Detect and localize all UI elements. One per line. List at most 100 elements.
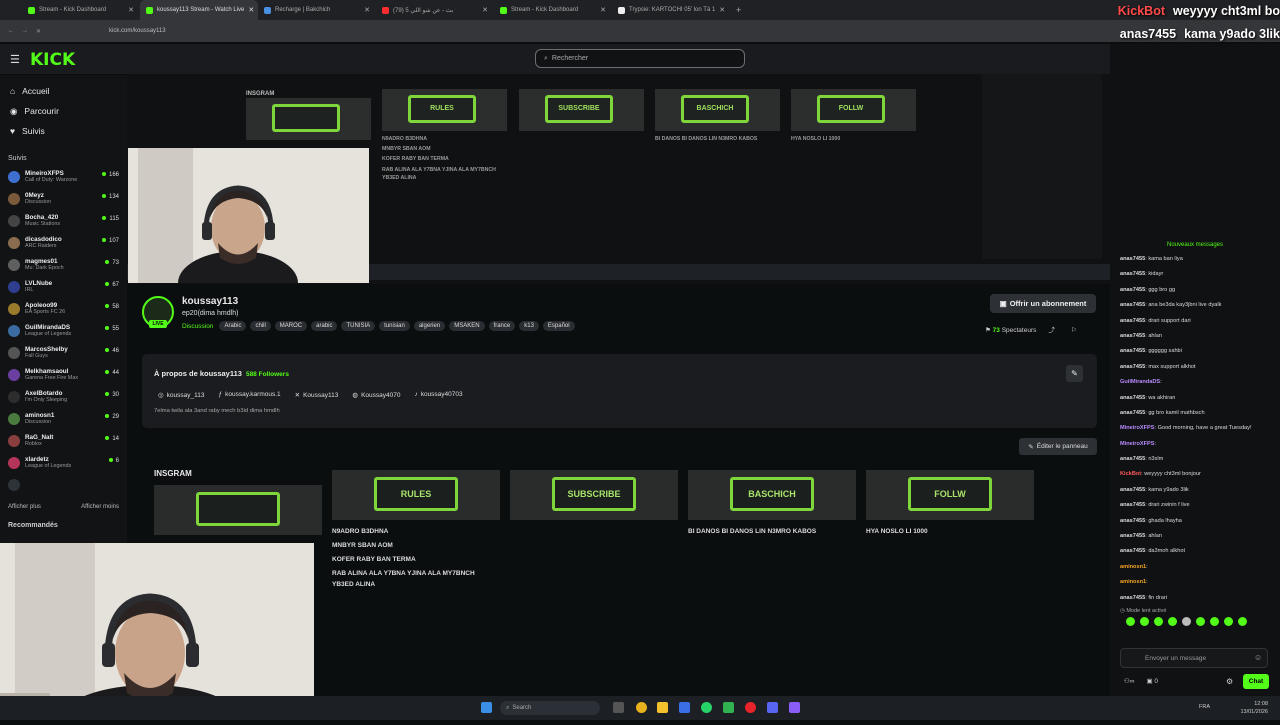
chat-username[interactable]: anas7455: [1120, 533, 1145, 539]
tag-chip[interactable]: k13: [519, 321, 539, 331]
emote-icon[interactable]: [1140, 616, 1149, 626]
whatsapp-icon[interactable]: [701, 702, 712, 713]
back-icon[interactable]: ←: [8, 28, 14, 34]
new-tab-icon[interactable]: +: [736, 5, 741, 15]
browser-tab[interactable]: Recharge | Bakchich ✕: [258, 0, 376, 20]
app-icon[interactable]: [723, 702, 734, 713]
chat-username[interactable]: anas7455: [1120, 333, 1145, 339]
hamburger-menu-icon[interactable]: ☰: [10, 53, 20, 66]
chat-send-button[interactable]: Chat: [1243, 674, 1269, 689]
browser-tab[interactable]: Trypsie: KARTOCHI 05' lon Tä 1 ✕: [612, 0, 730, 20]
sidebar-item-dicasdodico[interactable]: dicasdodico ARC Raiders 107: [0, 232, 127, 254]
emote-icon[interactable]: [1210, 616, 1219, 626]
close-icon[interactable]: ✕: [248, 6, 254, 14]
close-icon[interactable]: ✕: [482, 6, 488, 14]
close-icon[interactable]: ✕: [364, 6, 370, 14]
emote-icon[interactable]: [1154, 616, 1163, 626]
chat-username[interactable]: GuilMirandaDS: [1120, 379, 1160, 385]
reload-icon[interactable]: ✕: [36, 28, 41, 35]
task-view-icon[interactable]: [613, 702, 624, 713]
edit-panel-button[interactable]: ✎ Éditer le panneau: [1019, 438, 1097, 455]
close-icon[interactable]: ✕: [128, 6, 134, 14]
social-link[interactable]: ƒ koussay.karmous.1: [219, 391, 281, 399]
sidebar-item-apoleoo99[interactable]: Apoleoo99 EA Sports FC 26 58: [0, 298, 127, 320]
tag-chip[interactable]: tunisian: [379, 321, 410, 331]
sidebar-item-aminosn1[interactable]: aminosn1 Discussion 29: [0, 408, 127, 430]
social-link[interactable]: ♪ koussay40703: [414, 391, 462, 399]
chat-username[interactable]: KickBot: [1120, 471, 1141, 477]
sidebar-item-marcosshelby[interactable]: MarcosShelby Fall Guys 46: [0, 342, 127, 364]
show-less-button[interactable]: Afficher moins: [81, 504, 119, 510]
app-icon[interactable]: [789, 702, 800, 713]
channel-name[interactable]: koussay113: [182, 296, 238, 307]
tag-chip[interactable]: Arabic: [219, 321, 247, 331]
nav-following[interactable]: ♥ Suivis: [0, 121, 127, 141]
nav-browse[interactable]: ◉ Parcourir: [0, 101, 127, 121]
chat-username[interactable]: aminosn1: [1120, 579, 1146, 585]
chat-users-icon[interactable]: ⚇∞: [1124, 677, 1134, 685]
social-link[interactable]: ◍ Koussay4070: [352, 391, 400, 399]
nav-home[interactable]: ⌂ Accueil: [0, 81, 127, 101]
url-field[interactable]: kick.com/koussay113: [109, 28, 166, 34]
report-icon[interactable]: ⚐: [1071, 327, 1077, 334]
chat-username[interactable]: anas7455: [1120, 271, 1145, 277]
chat-username[interactable]: anas7455: [1120, 487, 1145, 493]
emote-icon[interactable]: [1196, 616, 1205, 626]
sidebar-item-0meyz[interactable]: 0Meyz Discussion 134: [0, 188, 127, 210]
chrome-icon[interactable]: [636, 702, 647, 713]
edit-pencil-icon[interactable]: ✎: [1066, 365, 1083, 382]
chat-username[interactable]: anas7455: [1120, 364, 1145, 370]
chat-username[interactable]: anas7455: [1120, 287, 1145, 293]
sidebar-item-mineiroxfps[interactable]: MineiroXFPS Call of Duty: Warzone 166: [0, 166, 127, 188]
file-explorer-icon[interactable]: [657, 702, 668, 713]
tag-chip[interactable]: Español: [542, 321, 575, 331]
panel-instagram[interactable]: [154, 485, 322, 535]
show-more-button[interactable]: Afficher plus: [8, 504, 41, 510]
browser-tab[interactable]: Stream - Kick Dashboard ✕: [22, 0, 140, 20]
system-clock[interactable]: 12:08 13/01/2026: [1240, 700, 1268, 716]
share-icon[interactable]: ⤴: [1048, 327, 1055, 334]
new-messages-divider[interactable]: Nouveaux messages: [1110, 238, 1280, 252]
emote-icon[interactable]: [1126, 616, 1135, 626]
emote-icon[interactable]: [1224, 616, 1233, 626]
sidebar-item-rag_nalt[interactable]: RaG_Nalt Roblox 14: [0, 430, 127, 452]
browser-tab[interactable]: Stream - Kick Dashboard ✕: [494, 0, 612, 20]
chat-username[interactable]: MineiroXFPS: [1120, 441, 1155, 447]
chat-username[interactable]: anas7455: [1120, 256, 1145, 262]
sidebar-item-offline[interactable]: [0, 474, 127, 496]
gift-subscription-button[interactable]: ▣ Offrir un abonnement: [990, 294, 1096, 313]
tag-chip[interactable]: arabic: [311, 321, 338, 331]
sidebar-item-lvlnube[interactable]: LVLNube IRL 67: [0, 276, 127, 298]
taskbar-search[interactable]: ⌕ Search: [500, 701, 600, 715]
chat-username[interactable]: aminosn1: [1120, 564, 1146, 570]
panel-rules[interactable]: RULES: [332, 470, 500, 520]
sidebar-item-magmes01[interactable]: magmes01 Mu: Dark Epoch 73: [0, 254, 127, 276]
chat-message-input[interactable]: Envoyer un message: [1120, 648, 1268, 668]
sidebar-item-axelbotardo[interactable]: AxelBotardo I'm Only Sleeping 30: [0, 386, 127, 408]
chat-username[interactable]: anas7455: [1120, 302, 1145, 308]
panel-baschich[interactable]: BASCHICH: [688, 470, 856, 520]
search-input[interactable]: ⌕ Rechercher: [535, 49, 745, 68]
chat-settings-icon[interactable]: ⚙: [1226, 677, 1233, 686]
social-link[interactable]: ✕ Koussay113: [295, 391, 339, 399]
discord-icon[interactable]: [767, 702, 778, 713]
language-indicator[interactable]: FRA: [1199, 704, 1210, 710]
emote-icon[interactable]: [1182, 616, 1191, 626]
chat-username[interactable]: anas7455: [1120, 595, 1145, 601]
close-icon[interactable]: ✕: [719, 6, 725, 14]
tag-chip[interactable]: MSAKEN: [449, 321, 485, 331]
chat-username[interactable]: anas7455: [1120, 548, 1145, 554]
emote-icon[interactable]: [1168, 616, 1177, 626]
sidebar-item-melkhamsaoul[interactable]: Melkhamsaoul Garena Free Fire Max 44: [0, 364, 127, 386]
chat-username[interactable]: anas7455: [1120, 348, 1145, 354]
tag-chip[interactable]: algerien: [413, 321, 446, 331]
forward-icon[interactable]: →: [22, 28, 28, 34]
sidebar-item-guilmirandads[interactable]: GuilMirandaDS League of Legends 55: [0, 320, 127, 342]
chat-username[interactable]: anas7455: [1120, 456, 1145, 462]
tag-chip[interactable]: france: [488, 321, 516, 331]
windows-start-icon[interactable]: [481, 702, 492, 713]
sidebar-item-xlardetz[interactable]: xlardetz League of Legends 6: [0, 452, 127, 474]
emote-icon[interactable]: [1238, 616, 1247, 626]
social-link[interactable]: ◎ koussay_113: [158, 391, 205, 399]
stream-category[interactable]: Discussion: [182, 323, 213, 330]
